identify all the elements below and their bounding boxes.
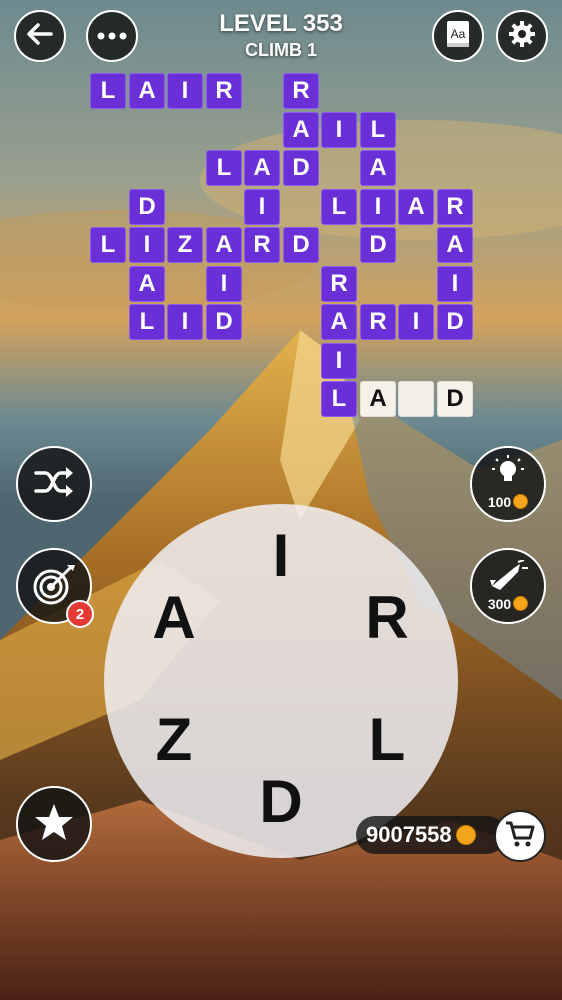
grid-cell: I (437, 266, 473, 302)
rocket-icon (488, 558, 528, 595)
grid-cell: A (398, 189, 434, 225)
grid-cell: L (90, 227, 126, 263)
grid-cell: A (360, 150, 396, 186)
grid-cell: A (129, 266, 165, 302)
shuffle-icon (33, 465, 75, 504)
grid-cell (398, 381, 434, 417)
grid-cell: D (283, 227, 319, 263)
coin-icon (513, 596, 529, 611)
hint-button[interactable]: 100 (470, 446, 546, 522)
svg-text:Aa: Aa (451, 27, 466, 41)
grid-cell: D (360, 227, 396, 263)
hint-cost: 100 (487, 494, 512, 510)
grid-cell: I (398, 304, 434, 340)
coin-icon (513, 494, 529, 509)
grid-cell: A (129, 73, 165, 109)
grid-cell: L (321, 189, 357, 225)
shop-button[interactable] (494, 810, 546, 862)
wheel-letter[interactable]: A (139, 583, 209, 653)
rocket-button[interactable]: 300 (470, 548, 546, 624)
grid-cell: A (244, 150, 280, 186)
grid-cell: I (321, 343, 357, 379)
grid-cell: A (437, 227, 473, 263)
grid-cell: L (90, 73, 126, 109)
wheel-letter[interactable]: L (352, 705, 422, 775)
wheel-letter[interactable]: I (246, 521, 316, 591)
grid-cell: A (321, 304, 357, 340)
cart-icon (505, 820, 535, 853)
coin-count: 9007558 (366, 822, 452, 847)
grid-cell: D (437, 304, 473, 340)
grid-cell: I (321, 112, 357, 148)
grid-cell: L (321, 381, 357, 417)
grid-cell: D (283, 150, 319, 186)
grid-cell: I (129, 227, 165, 263)
grid-cell: I (360, 189, 396, 225)
grid-cell: I (167, 73, 203, 109)
grid-cell: D (129, 189, 165, 225)
grid-cell: Z (167, 227, 203, 263)
gear-icon (507, 19, 537, 54)
grid-cell: R (244, 227, 280, 263)
dictionary-icon: Aa (444, 19, 472, 54)
rocket-cost: 300 (487, 596, 512, 612)
grid-cell: R (437, 189, 473, 225)
grid-cell: A (206, 227, 242, 263)
grid-cell: L (360, 112, 396, 148)
grid-cell: R (283, 73, 319, 109)
grid-cell: D (437, 381, 473, 417)
grid-cell: L (206, 150, 242, 186)
grid-cell: L (129, 304, 165, 340)
favorite-button[interactable] (16, 786, 92, 862)
grid-cell: R (321, 266, 357, 302)
settings-button[interactable] (496, 10, 548, 62)
grid-cell: R (206, 73, 242, 109)
letter-wheel[interactable]: I R L D Z A (104, 504, 458, 858)
shuffle-button[interactable] (16, 446, 92, 522)
lightbulb-icon (491, 454, 525, 494)
dictionary-button[interactable]: Aa (432, 10, 484, 62)
grid-cell: I (167, 304, 203, 340)
wheel-letter[interactable]: D (246, 767, 316, 837)
coin-balance: 9007558 (356, 816, 506, 854)
grid-cell: A (283, 112, 319, 148)
grid-cell: I (244, 189, 280, 225)
grid-cell: I (206, 266, 242, 302)
grid-cell: R (360, 304, 396, 340)
target-count-badge: 2 (66, 600, 94, 628)
coin-icon (455, 825, 476, 845)
wheel-letter[interactable]: R (352, 583, 422, 653)
grid-cell: D (206, 304, 242, 340)
grid-cell: A (360, 381, 396, 417)
wheel-letter[interactable]: Z (139, 705, 209, 775)
star-icon (33, 802, 75, 847)
